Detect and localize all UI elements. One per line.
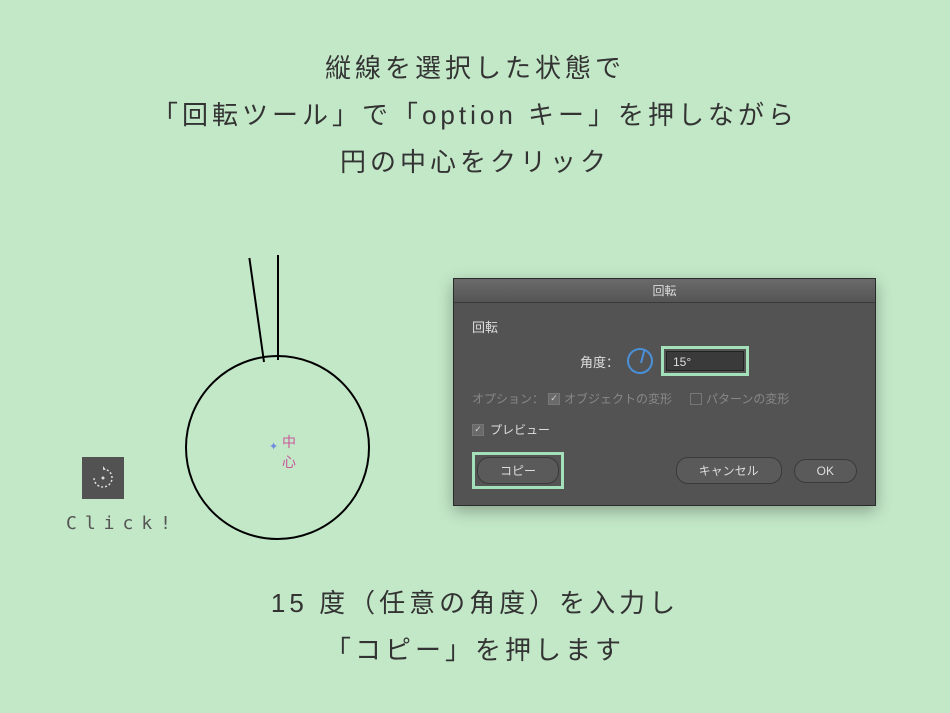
transform-patterns-checkbox[interactable] xyxy=(690,393,702,405)
angle-dial-icon[interactable] xyxy=(627,348,653,374)
instruction-line-1: 縦線を選択した状態で xyxy=(0,45,950,92)
instruction-line-2: 「回転ツール」で「option キー」を押しながら xyxy=(0,92,950,139)
preview-checkbox[interactable]: ✓ xyxy=(472,424,484,436)
preview-label: プレビュー xyxy=(490,421,550,438)
instruction-line-4: 15 度（任意の角度）を入力し xyxy=(0,580,950,627)
center-label: 中心 xyxy=(282,432,296,472)
copy-button-highlight: コピー xyxy=(472,452,564,489)
options-label: オプション： xyxy=(472,390,544,407)
dialog-title: 回転 xyxy=(454,279,875,303)
center-crosshair-icon: ✦ xyxy=(269,440,278,453)
transform-objects-label: オブジェクトの変形 xyxy=(564,390,672,407)
dialog-section-label: 回転 xyxy=(472,317,857,336)
angle-input-highlight: 15° xyxy=(661,346,749,376)
ok-button[interactable]: OK xyxy=(794,459,857,483)
transform-patterns-label: パターンの変形 xyxy=(706,390,789,407)
rotated-line xyxy=(248,258,265,362)
rotate-dialog: 回転 回転 角度： 15° オプション： ✓ オブジェクトの変形 パターンの変形… xyxy=(453,278,876,506)
rotate-tool-icon[interactable] xyxy=(82,457,124,499)
angle-label: 角度： xyxy=(580,352,619,371)
angle-input[interactable]: 15° xyxy=(666,351,744,371)
cancel-button[interactable]: キャンセル xyxy=(676,457,782,484)
instruction-line-3: 円の中心をクリック xyxy=(0,139,950,186)
click-label: Click! xyxy=(66,513,179,534)
instruction-line-5: 「コピー」を押します xyxy=(0,627,950,674)
transform-objects-checkbox[interactable]: ✓ xyxy=(548,393,560,405)
copy-button[interactable]: コピー xyxy=(477,457,559,484)
vertical-line xyxy=(277,255,279,360)
